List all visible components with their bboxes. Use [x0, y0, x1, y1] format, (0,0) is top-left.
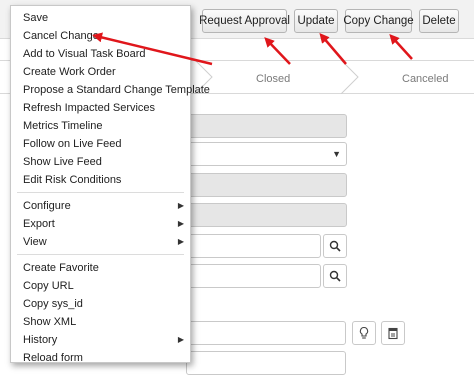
template-button[interactable]: [381, 321, 405, 345]
menu-divider: [17, 254, 184, 255]
menu-item-history[interactable]: History ▶: [11, 331, 190, 349]
request-approval-button[interactable]: Request Approval: [199, 9, 290, 33]
choice-field[interactable]: ▼: [186, 142, 347, 166]
lookup-button[interactable]: [323, 264, 347, 288]
menu-item-copy-url[interactable]: Copy URL: [11, 277, 190, 295]
menu-item-follow-on-live-feed[interactable]: Follow on Live Feed: [11, 135, 190, 153]
menu-item-propose-standard-change-template[interactable]: Propose a Standard Change Template: [11, 81, 210, 99]
menu-item-view[interactable]: View ▶: [11, 233, 190, 251]
menu-item-export[interactable]: Export ▶: [11, 215, 190, 233]
menu-item-save[interactable]: Save: [11, 9, 190, 27]
menu-divider: [17, 192, 184, 193]
readonly-field: [186, 114, 347, 138]
caret-right-icon: ▶: [177, 201, 184, 210]
menu-item-add-to-visual-task-board[interactable]: Add to Visual Task Board: [11, 45, 190, 63]
text-field[interactable]: [186, 351, 346, 375]
reference-field[interactable]: [186, 234, 321, 258]
search-icon: [329, 240, 341, 252]
reference-field[interactable]: [186, 264, 321, 288]
caret-right-icon: ▶: [177, 237, 184, 246]
search-icon: [329, 270, 341, 282]
readonly-field: [186, 203, 347, 227]
text-field[interactable]: [186, 321, 346, 345]
menu-item-metrics-timeline[interactable]: Metrics Timeline: [11, 117, 190, 135]
update-button[interactable]: Update: [294, 9, 338, 33]
menu-item-create-favorite[interactable]: Create Favorite: [11, 259, 190, 277]
menu-item-copy-sys-id[interactable]: Copy sys_id: [11, 295, 190, 313]
annotation-arrow: [389, 34, 413, 60]
lookup-button[interactable]: [323, 234, 347, 258]
menu-item-cancel-change[interactable]: Cancel Change: [11, 27, 190, 45]
menu-item-refresh-impacted-services[interactable]: Refresh Impacted Services: [11, 99, 190, 117]
caret-right-icon: ▶: [177, 335, 184, 344]
lightbulb-icon: [359, 326, 369, 339]
process-stage-canceled: Canceled: [402, 73, 449, 85]
readonly-field: [186, 173, 347, 197]
menu-item-create-work-order[interactable]: Create Work Order: [11, 63, 190, 81]
menu-item-show-xml[interactable]: Show XML: [11, 313, 190, 331]
template-icon: [388, 327, 398, 339]
form-context-menu: Save Cancel Change Add to Visual Task Bo…: [10, 5, 210, 364]
menu-item-show-live-feed[interactable]: Show Live Feed: [11, 153, 190, 171]
process-stage-closed: Closed: [256, 73, 291, 85]
delete-button[interactable]: Delete: [419, 9, 459, 33]
caret-right-icon: ▶: [177, 219, 184, 228]
suggestion-button[interactable]: [352, 321, 376, 345]
caret-down-icon: ▼: [332, 149, 341, 159]
menu-item-edit-risk-conditions[interactable]: Edit Risk Conditions: [11, 171, 190, 189]
copy-change-button[interactable]: Copy Change: [343, 9, 414, 33]
menu-item-configure[interactable]: Configure ▶: [11, 197, 190, 215]
menu-item-reload-form[interactable]: Reload form: [11, 349, 190, 367]
